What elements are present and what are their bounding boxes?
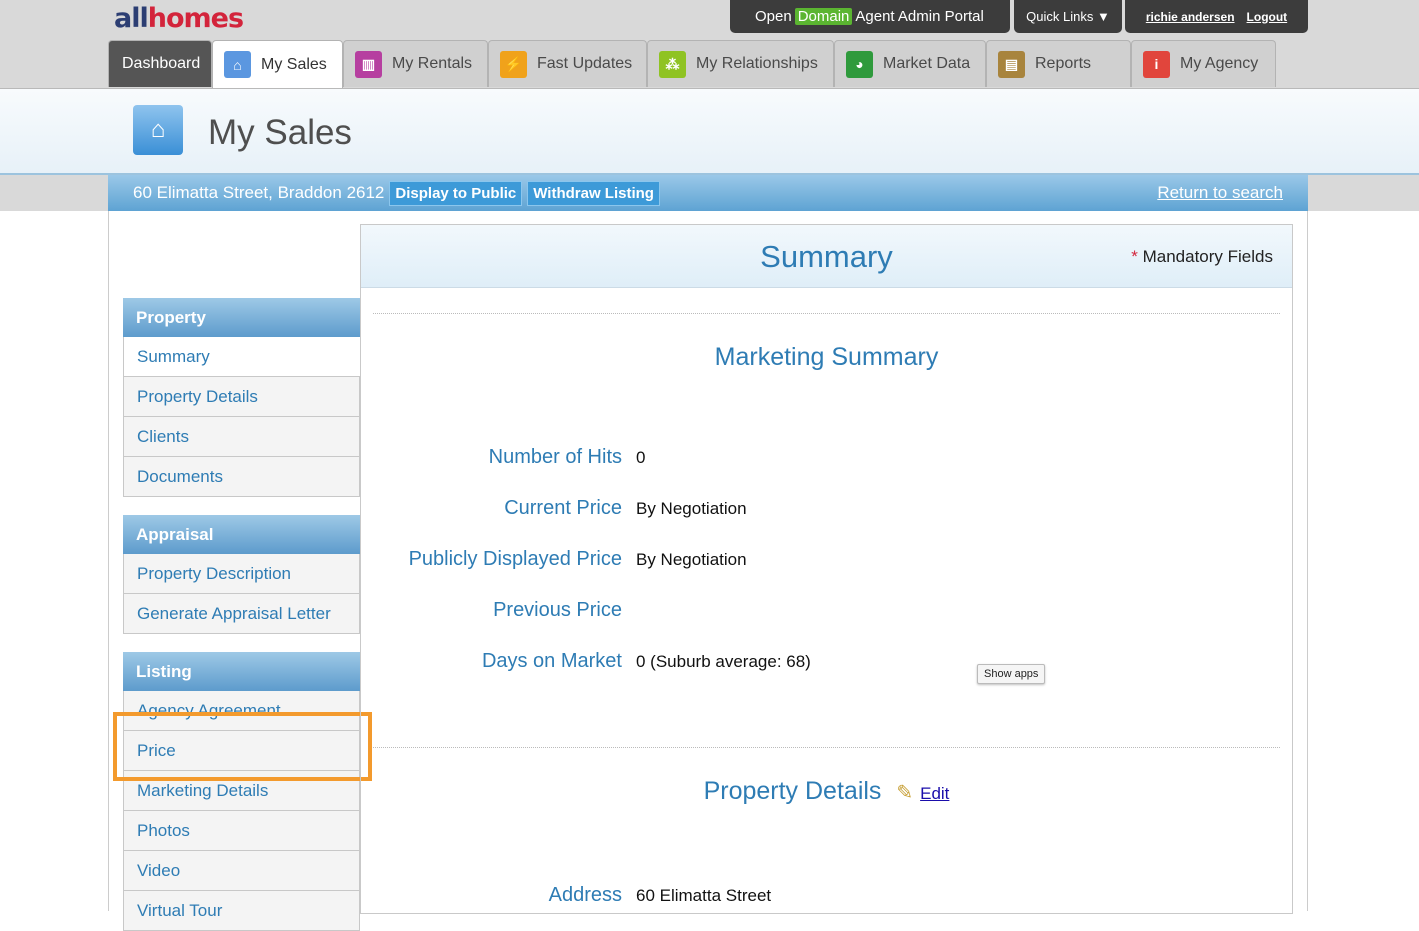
withdraw-listing-button[interactable]: Withdraw Listing [527,180,660,206]
sidebar-section-appraisal: Appraisal [123,515,360,554]
tab-label: My Rentals [392,55,473,72]
sidebar-section-property: Property [123,298,360,337]
field-value: By Negotiation [636,499,747,518]
allhomes-logo[interactable]: allhomes [114,3,244,34]
tab-reports[interactable]: ▤ Reports [986,40,1131,87]
sidebar-item-video[interactable]: Video [123,851,360,891]
sidebar-item-property-details[interactable]: Property Details [123,377,360,417]
logo-homes-text: homes [147,3,244,34]
mandatory-text: Mandatory Fields [1142,247,1273,266]
display-to-public-button[interactable]: Display to Public [389,180,523,206]
field-label: Number of Hits [488,446,622,468]
field-value: By Negotiation [636,550,747,569]
portal-rest-text: Agent Admin Portal [855,8,984,25]
sidebar-item-documents[interactable]: Documents [123,457,360,497]
tab-label: Dashboard [122,55,201,72]
field-label: Current Price [504,497,622,519]
listing-address-bar: 60 Elimatta Street, Braddon 2612 Display… [108,175,1308,211]
tab-label: Reports [1035,55,1092,72]
tab-label: My Sales [261,55,327,73]
property-details-heading: Property Details ✎ Edit [361,777,1292,806]
quick-links-button[interactable]: Quick Links ▼ [1014,0,1122,33]
field-row-address: Address 60 Elimatta Street [361,884,1292,908]
edit-property-details-link[interactable]: Edit [920,784,949,803]
sidebar-item-property-description[interactable]: Property Description [123,554,360,594]
tab-my-rentals[interactable]: ▥ My Rentals [343,40,488,87]
page-title: My Sales [208,113,352,152]
sidebar-item-generate-appraisal-letter[interactable]: Generate Appraisal Letter [123,594,360,634]
user-menu: richie andersen Logout [1125,0,1308,33]
document-icon: ▤ [998,50,1025,78]
top-bar: allhomes Open Domain Agent Admin Portal … [0,0,1419,89]
tab-my-sales[interactable]: ⌂ My Sales [212,40,343,88]
sidebar-item-photos[interactable]: Photos [123,811,360,851]
building-icon: ▥ [355,50,382,78]
tab-label: Fast Updates [537,55,633,72]
mandatory-fields-note: * Mandatory Fields [1131,247,1273,267]
sidebar-item-virtual-tour[interactable]: Virtual Tour [123,891,360,931]
field-label: Previous Price [493,599,622,621]
pie-chart-icon: ◕ [846,50,873,78]
field-row-previous-price: Previous Price [361,599,1292,623]
domain-badge: Domain [794,8,853,25]
sidebar: Property Summary Property Details Client… [123,298,360,931]
logout-link[interactable]: Logout [1247,10,1288,24]
tab-label: My Agency [1180,55,1259,72]
tab-label: My Relationships [696,55,818,72]
open-domain-portal-link[interactable]: Open Domain Agent Admin Portal [730,0,1010,33]
page-header: ⌂ My Sales [0,89,1419,175]
tab-my-agency[interactable]: i My Agency [1131,40,1276,87]
sidebar-item-clients[interactable]: Clients [123,417,360,457]
lightning-icon: ⚡ [500,50,527,78]
return-to-search-link[interactable]: Return to search [1157,183,1283,203]
field-label: Address [548,884,622,906]
logo-all-text: all [114,3,149,34]
field-row-current-price: Current Price By Negotiation [361,497,1292,521]
info-icon: i [1143,50,1170,78]
user-name-link[interactable]: richie andersen [1146,10,1235,24]
price-highlight-box [113,712,372,781]
divider [373,747,1280,748]
mandatory-star: * [1131,247,1138,266]
field-value: 0 [636,448,646,467]
field-row-publicly-displayed-price: Publicly Displayed Price By Negotiation [361,548,1292,572]
summary-panel: Summary * Mandatory Fields Marketing Sum… [360,224,1293,914]
field-label: Days on Market [481,650,622,672]
summary-header: Summary * Mandatory Fields [361,225,1292,288]
house-icon: ⌂ [224,51,251,78]
field-row-days-on-market: Days on Market 0 (Suburb average: 68) [361,650,1292,674]
property-details-title: Property Details [703,777,882,805]
house-icon: ⌂ [133,105,183,155]
tab-dashboard[interactable]: Dashboard [108,40,212,87]
field-value: 0 (Suburb average: 68) [636,652,811,671]
sidebar-section-listing: Listing [123,652,360,691]
show-apps-button[interactable]: Show apps [977,664,1046,684]
divider [373,313,1280,314]
field-row-number-of-hits: Number of Hits 0 [361,446,1292,470]
sidebar-item-summary[interactable]: Summary [123,337,360,377]
tab-market-data[interactable]: ◕ Market Data [834,40,986,87]
portal-open-text: Open [755,8,792,25]
pencil-icon: ✎ [896,782,914,804]
field-label: Publicly Displayed Price [408,548,622,570]
quick-links-label: Quick Links ▼ [1026,9,1110,24]
listing-address: 60 Elimatta Street, Braddon 2612 [133,183,385,202]
field-value: 60 Elimatta Street [636,886,772,905]
network-icon: ⁂ [659,50,686,78]
marketing-summary-title: Marketing Summary [714,343,939,371]
tab-label: Market Data [883,55,971,72]
tab-my-relationships[interactable]: ⁂ My Relationships [647,40,834,87]
tab-fast-updates[interactable]: ⚡ Fast Updates [488,40,647,87]
